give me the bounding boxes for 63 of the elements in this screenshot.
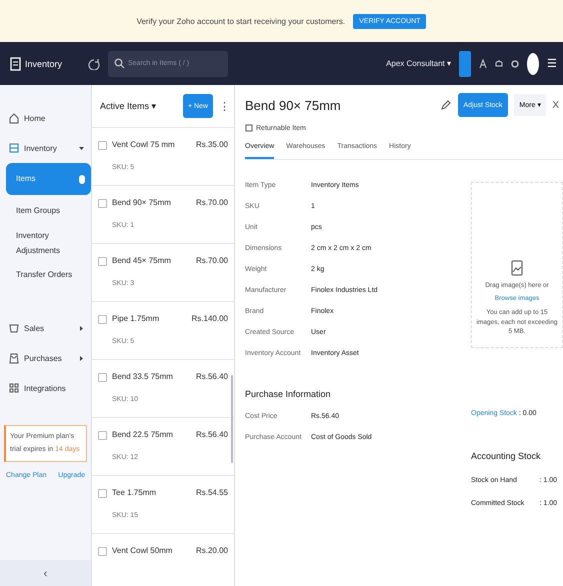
home-icon: [8, 112, 20, 124]
scrollbar[interactable]: [231, 375, 233, 463]
sidebar-item[interactable]: Integrations: [0, 373, 91, 403]
checkbox[interactable]: [98, 489, 107, 498]
section-heading: Accounting Stock: [471, 451, 542, 461]
checkbox[interactable]: [98, 141, 107, 150]
sidebar-subitem[interactable]: Transfer Orders: [0, 259, 91, 291]
collapse-button[interactable]: ‹: [0, 560, 91, 586]
organization-menu[interactable]: Apex Consultant ▾: [386, 59, 451, 68]
checkbox[interactable]: [98, 315, 107, 324]
item-price: Rs.56.40: [196, 430, 228, 441]
sidebar-subitem[interactable]: Items: [6, 163, 91, 195]
app-name: Inventory: [25, 58, 62, 68]
refresh-icon[interactable]: [88, 58, 100, 70]
item-price: Rs.140.00: [192, 314, 228, 325]
bag-icon: [8, 352, 20, 364]
search-icon: [114, 58, 125, 68]
avatar[interactable]: [527, 52, 539, 74]
item-name[interactable]: Bend 90× 75mm: [112, 198, 196, 212]
item-price: Rs.20.00: [196, 546, 228, 557]
bell-icon[interactable]: [495, 58, 503, 68]
item-name[interactable]: Vent Cowl 75 mm: [112, 140, 196, 154]
item-price: Rs.56.40: [196, 372, 228, 383]
menu-icon[interactable]: ☰: [547, 57, 557, 70]
chevron-icon: [78, 354, 85, 362]
image-icon: [510, 260, 524, 276]
item-title: Bend 90× 75mm: [245, 98, 342, 112]
chevron-icon: [78, 324, 85, 332]
item-price: Rs.35.00: [196, 140, 228, 151]
add-button[interactable]: [459, 50, 471, 76]
section-heading: Purchase Information: [245, 389, 332, 399]
item-price: Rs.70.00: [196, 256, 228, 267]
checkbox[interactable]: [98, 431, 107, 440]
checkbox[interactable]: [98, 547, 107, 556]
item-price: Rs.54.55: [196, 488, 228, 499]
sidebar-item[interactable]: Inventory: [0, 133, 91, 163]
checkbox[interactable]: [98, 373, 107, 382]
sidebar-subitem[interactable]: Inventory Adjustments: [0, 227, 91, 259]
tag-icon: [245, 124, 253, 132]
grid-icon: [8, 382, 20, 394]
sidebar-item[interactable]: Purchases: [0, 343, 91, 373]
filter-dropdown[interactable]: Active Items ▾: [100, 101, 177, 111]
cart-icon: [8, 322, 20, 334]
sidebar-subitem[interactable]: Item Groups: [0, 195, 91, 227]
item-name[interactable]: Bend 22.5 75mm: [112, 430, 196, 444]
item-name[interactable]: Bend 45× 75mm: [112, 256, 196, 270]
box-icon: [8, 142, 20, 154]
checkbox[interactable]: [98, 199, 107, 208]
banner-message: Verify your Zoho account to start receiving your customers.: [136, 16, 346, 26]
item-name[interactable]: Tee 1.75mm: [112, 488, 196, 502]
inventory-logo-icon: [10, 56, 21, 70]
more-menu[interactable]: ⋮: [219, 100, 230, 112]
item-price: Rs.70.00: [196, 198, 228, 209]
checkbox[interactable]: [98, 257, 107, 266]
close-button[interactable]: X: [552, 100, 559, 110]
item-name[interactable]: Pipe 1.75mm: [112, 314, 192, 328]
chevron-icon: [78, 144, 85, 152]
font-icon[interactable]: [479, 58, 487, 68]
sidebar-item[interactable]: Sales: [0, 313, 91, 343]
sidebar-item[interactable]: Home: [0, 103, 91, 133]
item-name[interactable]: Bend 33.5 75mm: [112, 372, 196, 386]
item-name[interactable]: Vent Cowl 50mm: [112, 546, 196, 564]
pencil-icon[interactable]: [440, 99, 452, 111]
